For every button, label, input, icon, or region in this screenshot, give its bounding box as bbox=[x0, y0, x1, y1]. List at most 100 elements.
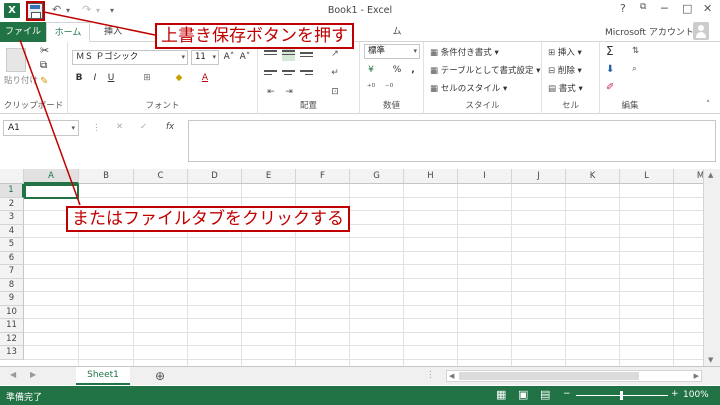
align-center-icon[interactable] bbox=[282, 70, 295, 80]
underline-button[interactable]: U bbox=[104, 72, 118, 85]
column-header-c[interactable]: C bbox=[134, 169, 188, 184]
fill-icon[interactable]: ⬇ bbox=[606, 64, 614, 75]
tab-home[interactable]: ホーム bbox=[46, 22, 90, 42]
copy-icon[interactable]: ⧉ bbox=[40, 60, 47, 71]
format-cells-button[interactable]: ▤ 書式 ▾ bbox=[548, 82, 583, 94]
row-header-5[interactable]: 5 bbox=[0, 238, 24, 252]
conditional-formatting-button[interactable]: ▦ 条件付き書式 ▾ bbox=[430, 46, 499, 58]
decrease-indent-icon[interactable]: ⇤ bbox=[264, 86, 278, 99]
paste-icon[interactable] bbox=[6, 48, 26, 72]
worksheet-grid[interactable]: A B C D E F G H I J K L M 1 2 3 4 5 6 7 8 9 10 11 12 13 bbox=[0, 169, 703, 366]
column-header-d[interactable]: D bbox=[188, 169, 242, 184]
align-left-icon[interactable] bbox=[264, 70, 277, 80]
page-break-view-icon[interactable]: ▤ bbox=[540, 388, 550, 401]
currency-icon[interactable]: ¥ bbox=[364, 64, 378, 77]
next-sheet-icon[interactable]: ▶ bbox=[30, 370, 36, 379]
align-bottom-icon[interactable] bbox=[300, 52, 313, 62]
ribbon-display-options-button[interactable]: ⧉ bbox=[640, 2, 646, 12]
scroll-down-icon[interactable]: ▼ bbox=[708, 356, 713, 364]
delete-cells-button[interactable]: ⊟ 削除 ▾ bbox=[548, 64, 582, 76]
percent-button[interactable]: % bbox=[390, 64, 404, 77]
close-button[interactable]: ✕ bbox=[703, 2, 712, 15]
column-header-a[interactable]: A bbox=[24, 169, 79, 184]
format-as-table-button[interactable]: ▦ テーブルとして書式設定 ▾ bbox=[430, 64, 540, 76]
insert-function-icon[interactable]: fx bbox=[166, 122, 174, 132]
zoom-level[interactable]: 100% bbox=[683, 390, 709, 400]
collapse-ribbon-icon[interactable]: ˄ bbox=[706, 100, 710, 110]
font-color-icon[interactable]: A bbox=[198, 72, 212, 85]
column-header-e[interactable]: E bbox=[242, 169, 296, 184]
confirm-entry-icon[interactable]: ✓ bbox=[140, 122, 147, 132]
active-cell-a1[interactable] bbox=[24, 184, 79, 199]
format-painter-icon[interactable]: ✎ bbox=[40, 76, 48, 87]
row-header-2[interactable]: 2 bbox=[0, 197, 24, 211]
maximize-button[interactable]: □ bbox=[682, 2, 692, 15]
zoom-slider-thumb[interactable] bbox=[620, 391, 623, 400]
scroll-up-icon[interactable]: ▲ bbox=[708, 171, 713, 179]
paste-label[interactable]: 貼り付け bbox=[4, 74, 38, 86]
align-right-icon[interactable] bbox=[300, 70, 313, 80]
row-header-3[interactable]: 3 bbox=[0, 211, 24, 225]
italic-button[interactable]: I bbox=[88, 72, 102, 85]
increase-decimal-icon[interactable]: ⁺⁰ bbox=[364, 82, 378, 95]
column-header-j[interactable]: J bbox=[512, 169, 566, 184]
row-header-13[interactable]: 13 bbox=[0, 346, 24, 360]
horizontal-scrollbar[interactable]: ◀ ▶ bbox=[446, 370, 702, 382]
align-top-icon[interactable] bbox=[264, 50, 277, 60]
bold-button[interactable]: B bbox=[72, 72, 86, 85]
account-label[interactable]: Microsoft アカウント bbox=[605, 25, 694, 38]
column-header-l[interactable]: L bbox=[620, 169, 674, 184]
select-all-corner[interactable] bbox=[0, 169, 24, 184]
wrap-text-icon[interactable]: ↵ bbox=[328, 67, 342, 80]
number-format-select[interactable]: 標準 ▾ bbox=[364, 44, 420, 59]
font-name-select[interactable]: ＭＳ Ｐゴシック ▾ bbox=[72, 50, 188, 65]
find-select-icon[interactable]: ⌕ bbox=[632, 64, 637, 74]
shrink-font-button[interactable]: A˅ bbox=[238, 51, 252, 64]
row-header-1[interactable]: 1 bbox=[0, 184, 24, 198]
cut-icon[interactable]: ✂ bbox=[40, 44, 49, 57]
page-layout-view-icon[interactable]: ▣ bbox=[518, 388, 528, 401]
zoom-out-icon[interactable]: − bbox=[563, 389, 571, 399]
column-header-i[interactable]: I bbox=[458, 169, 512, 184]
grow-font-button[interactable]: A˄ bbox=[222, 51, 236, 64]
scroll-right-icon[interactable]: ▶ bbox=[694, 372, 699, 380]
column-header-g[interactable]: G bbox=[350, 169, 404, 184]
fill-color-icon[interactable]: ◆ bbox=[172, 72, 186, 85]
decrease-decimal-icon[interactable]: ⁻⁰ bbox=[382, 82, 396, 95]
minimize-button[interactable]: ─ bbox=[661, 2, 668, 15]
row-header-11[interactable]: 11 bbox=[0, 319, 24, 333]
prev-sheet-icon[interactable]: ◀ bbox=[10, 370, 16, 379]
autosum-button[interactable]: Σ bbox=[606, 44, 614, 58]
column-header-b[interactable]: B bbox=[79, 169, 134, 184]
tab-hidden-partial[interactable]: ム bbox=[390, 22, 404, 42]
sheet-tab-sheet1[interactable]: Sheet1 bbox=[76, 367, 130, 385]
comma-button[interactable]: , bbox=[406, 64, 420, 77]
add-sheet-icon[interactable]: ⊕ bbox=[155, 369, 165, 383]
cell-styles-button[interactable]: ▦ セルのスタイル ▾ bbox=[430, 82, 507, 94]
font-size-select[interactable]: 11 ▾ bbox=[191, 50, 219, 65]
normal-view-icon[interactable]: ▦ bbox=[496, 388, 506, 401]
cancel-entry-icon[interactable]: ✕ bbox=[116, 122, 123, 132]
name-box[interactable]: A1 ▾ bbox=[3, 120, 79, 136]
increase-indent-icon[interactable]: ⇥ bbox=[282, 86, 296, 99]
column-header-m[interactable]: M bbox=[674, 169, 703, 184]
formula-bar-options-icon[interactable]: ⋮ bbox=[92, 123, 101, 133]
align-middle-icon[interactable] bbox=[282, 48, 295, 61]
clear-icon[interactable]: ✐ bbox=[606, 82, 614, 93]
vertical-scrollbar[interactable]: ▲ ▼ bbox=[703, 169, 720, 366]
avatar[interactable] bbox=[693, 22, 709, 40]
merge-center-icon[interactable]: ⊡ bbox=[328, 86, 342, 99]
sort-filter-icon[interactable]: ⇅ bbox=[632, 46, 639, 56]
row-header-10[interactable]: 10 bbox=[0, 305, 24, 319]
zoom-in-icon[interactable]: + bbox=[671, 389, 679, 399]
row-header-8[interactable]: 8 bbox=[0, 278, 24, 292]
borders-icon[interactable]: ⊞ bbox=[140, 72, 154, 85]
scroll-left-icon[interactable]: ◀ bbox=[449, 372, 454, 380]
column-header-h[interactable]: H bbox=[404, 169, 458, 184]
column-header-f[interactable]: F bbox=[296, 169, 350, 184]
sheet-bar-splitter[interactable]: ⋮ bbox=[426, 370, 435, 380]
insert-cells-button[interactable]: ⊞ 挿入 ▾ bbox=[548, 46, 582, 58]
tab-file[interactable]: ファイル bbox=[0, 22, 46, 42]
row-header-7[interactable]: 7 bbox=[0, 265, 24, 279]
row-header-4[interactable]: 4 bbox=[0, 224, 24, 238]
